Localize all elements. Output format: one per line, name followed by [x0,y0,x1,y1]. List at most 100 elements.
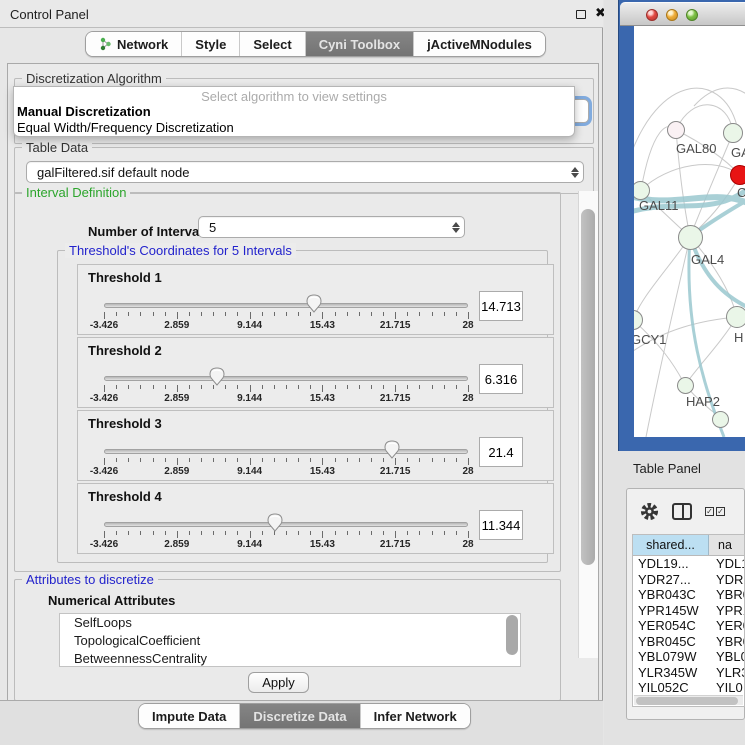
float-window-icon[interactable] [576,10,586,19]
threshold-3-value-field[interactable]: 21.4 [479,437,523,467]
combo-value: 5 [199,220,448,235]
threshold-2-slider-track[interactable] [104,376,468,381]
cell-shared-name[interactable]: YIL052C [633,680,709,696]
tick-mark [359,458,360,462]
threshold-3-slider-track[interactable] [104,449,468,454]
columns-icon[interactable] [672,503,692,520]
cell-shared-name[interactable]: YDL19... [633,556,709,572]
bottom-tab-bar: Impute Data Discretize Data Infer Networ… [138,703,471,729]
node-top-right[interactable] [723,123,743,143]
threshold-1-slider-thumb[interactable] [306,294,322,313]
cell-name[interactable]: YBR0 [709,634,744,650]
gear-icon[interactable] [640,502,659,521]
cell-name[interactable]: YDR2 [709,572,744,588]
cell-shared-name[interactable]: YDR27... [633,572,709,588]
network-canvas[interactable]: GAL80 GA C GAL11 GAL4 GCY1 H HAP2 [634,26,745,437]
zoom-traffic-light-icon[interactable] [686,9,698,21]
tick-mark [383,312,384,316]
table-row[interactable]: YER054CYER0 [633,618,744,634]
settings-scrollbar-thumb[interactable] [581,209,595,565]
tick-label: 21.715 [380,393,411,404]
threshold-1-value-field[interactable]: 14.713 [479,291,523,321]
cell-shared-name[interactable]: YBR045C [633,634,709,650]
tick-mark [395,312,396,319]
cell-name[interactable]: YDL1 [709,556,744,572]
threshold-1-slider-track[interactable] [104,303,468,308]
close-traffic-light-icon[interactable] [646,9,658,21]
num-intervals-combo[interactable]: 5 [198,216,465,238]
node-hap2[interactable] [677,377,694,394]
tab-select[interactable]: Select [240,32,305,56]
threshold-3-slider-thumb[interactable] [384,440,400,459]
cell-name[interactable]: YBR0 [709,587,744,603]
tab-label: Select [253,37,291,52]
minimize-traffic-light-icon[interactable] [666,9,678,21]
cell-name[interactable]: YER0 [709,618,744,634]
attribute-list-item[interactable]: SelfLoops [60,614,520,632]
cell-shared-name[interactable]: YBR043C [633,587,709,603]
tab-infer-network[interactable]: Infer Network [361,704,470,728]
tick-mark [165,385,166,389]
threshold-2-slider-thumb[interactable] [209,367,225,386]
cell-name[interactable]: YBL0 [709,649,744,665]
threshold-4-slider-track[interactable] [104,522,468,527]
threshold-2-value-field[interactable]: 6.316 [479,364,523,394]
network-window-titlebar[interactable] [620,2,745,26]
tick-mark [298,312,299,316]
cell-name[interactable]: YLR3 [709,665,744,681]
threshold-4-slider-thumb[interactable] [267,513,283,532]
tab-cyni-toolbox[interactable]: Cyni Toolbox [306,32,414,56]
cell-name[interactable]: YIL0 [709,680,744,696]
tick-mark [274,458,275,462]
cell-shared-name[interactable]: YPR145W [633,603,709,619]
table-panel-toolbar: ✓ ✓ [632,494,742,528]
cell-name[interactable]: YPR1 [709,603,744,619]
node-attribute-table: shared... na YDL19...YDL1YDR27...YDR2YBR… [632,534,745,707]
node-label: GAL11 [639,198,679,213]
tick-mark [116,312,117,316]
checkbox-icons[interactable]: ✓ ✓ [705,507,725,516]
table-hscrollbar-track[interactable] [634,695,743,705]
attribute-list-item[interactable]: TopologicalCoefficient [60,632,520,650]
tab-impute-data[interactable]: Impute Data [139,704,240,728]
table-row[interactable]: YLR345WYLR3 [633,665,744,681]
table-data-combo[interactable]: galFiltered.sif default node [26,161,584,183]
column-header-shared-name[interactable]: shared... [633,535,709,555]
table-row[interactable]: YDR27...YDR2 [633,572,744,588]
slider-ruler: -3.4262.8599.14415.4321.71528 [104,312,468,332]
tab-discretize-data[interactable]: Discretize Data [240,704,360,728]
tick-label: 28 [462,320,473,331]
tab-jactivemnodules[interactable]: jActiveMNodules [414,32,545,56]
table-row[interactable]: YPR145WYPR1 [633,603,744,619]
node-h[interactable] [726,306,745,328]
table-row[interactable]: YBL079WYBL0 [633,649,744,665]
tick-mark [395,385,396,392]
cell-shared-name[interactable]: YER054C [633,618,709,634]
tick-mark [456,312,457,316]
option-manual-discretization[interactable]: Manual Discretization [14,104,574,120]
node-gal4[interactable] [678,225,703,250]
option-equal-width-frequency[interactable]: Equal Width/Frequency Discretization [14,120,574,136]
threshold-4-panel: Threshold 4 -3.4262.8599.14415.4321.7152… [77,483,554,554]
table-row[interactable]: YBR043CYBR0 [633,587,744,603]
tab-network[interactable]: Network [86,32,182,56]
node-gal80[interactable] [667,121,685,139]
table-hscrollbar-thumb[interactable] [636,697,738,705]
node-bottom-partial[interactable] [712,411,729,428]
apply-button[interactable]: Apply [248,672,309,693]
table-row[interactable]: YDL19...YDL1 [633,556,744,572]
attributes-list-scrollbar[interactable] [506,615,518,655]
table-row[interactable]: YIL052CYIL0 [633,680,744,696]
numerical-attributes-list[interactable]: SelfLoopsTopologicalCoefficientBetweenne… [59,613,521,667]
tick-label: 15.43 [310,466,335,477]
tab-style[interactable]: Style [182,32,240,56]
attribute-list-item[interactable]: BetweennessCentrality [60,650,520,667]
node-red[interactable] [730,165,745,185]
cell-shared-name[interactable]: YLR345W [633,665,709,681]
slider-ruler: -3.4262.8599.14415.4321.71528 [104,385,468,405]
threshold-4-value-field[interactable]: 11.344 [479,510,523,540]
table-row[interactable]: YBR045CYBR0 [633,634,744,650]
cell-shared-name[interactable]: YBL079W [633,649,709,665]
column-header-name[interactable]: na [709,535,744,555]
tick-mark [262,385,263,389]
